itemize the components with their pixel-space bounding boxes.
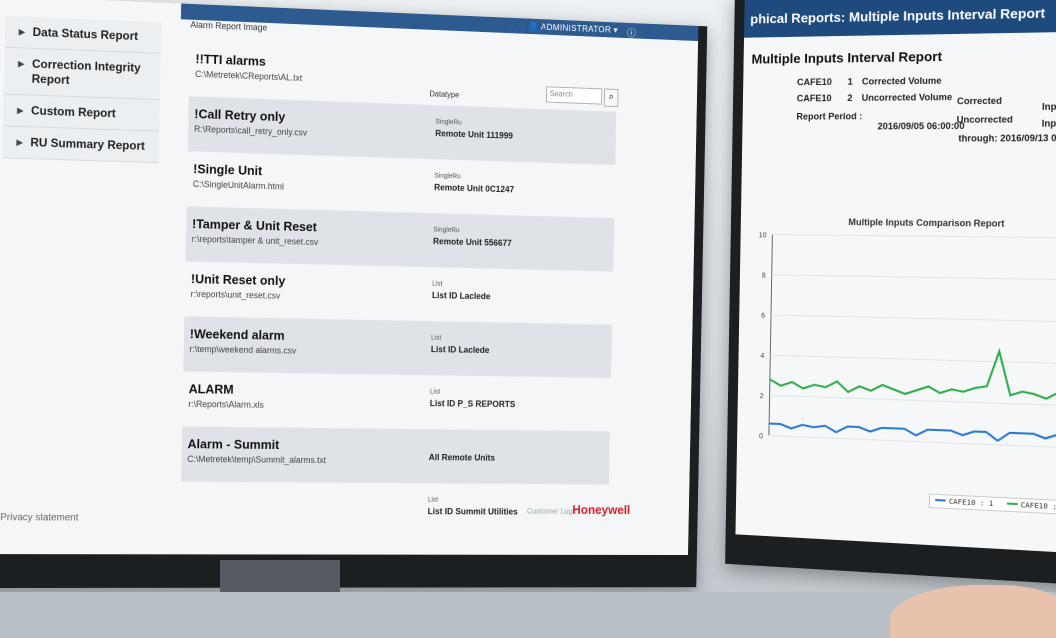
chevron-right-icon: ▶: [18, 59, 25, 69]
row-name: !Call Retry only: [194, 106, 286, 125]
grid-line: [772, 275, 1056, 280]
meta-through: through: 2016/09/13 06:00:00: [958, 132, 1056, 144]
grid-line: [772, 234, 1056, 237]
y-tick-label: 4: [760, 353, 764, 360]
sidebar-item-custom-report[interactable]: ▶ Custom Report: [3, 94, 160, 132]
comparison-chart: Multiple Inputs Comparison Report 0 2 4 6 8 10: [759, 217, 1056, 532]
row-path: r:\reports\unit_reset.csv: [190, 288, 281, 301]
sidebar-label: RU Summary Report: [30, 135, 145, 153]
report-title-bar: phical Reports: Multiple Inputs Interval…: [744, 0, 1056, 38]
right-monitor: phical Reports: Multiple Inputs Interval…: [725, 0, 1056, 587]
y-tick-label: 8: [762, 272, 766, 279]
meta-input1: Input 1 Serial: [1041, 101, 1056, 112]
y-tick-label: 10: [759, 232, 767, 239]
y-tick-label: 2: [760, 393, 764, 400]
row-name: !Single Unit: [193, 161, 263, 179]
legend-swatch-green: [1006, 502, 1018, 506]
sidebar-item-ru-summary[interactable]: ▶ RU Summary Report: [2, 126, 160, 164]
row-datatype: List: [429, 388, 441, 396]
meta-corrected: Corrected Volume: [861, 75, 942, 87]
table-row[interactable]: !Tamper & Unit Reset r:\reports\tamper &…: [185, 206, 615, 272]
row-name: !Unit Reset only: [190, 271, 286, 289]
privacy-link[interactable]: | Privacy statement: [0, 512, 78, 523]
sidebar-item-correction-integrity[interactable]: ▶ Correction Integrity Report: [3, 47, 161, 101]
row-datavalue: Remote Unit 111999: [435, 128, 514, 141]
row-datavalue: All Remote Units: [428, 452, 496, 463]
meta-uncorrected: Uncorrected Volume: [861, 91, 953, 103]
row-datavalue: List ID P_S REPORTS: [429, 398, 516, 410]
alarm-rows: !!TTI alarms C:\Metretek\CReports\AL.txt…: [180, 41, 617, 538]
row-datavalue: List ID Laclede: [430, 344, 490, 355]
row-datatype: SingleRu: [434, 172, 461, 181]
grid-line: [770, 395, 1056, 406]
meta-period-start: 2016/09/05 06:00:00: [877, 120, 965, 132]
legend-label: CAFE10 : 2: [1020, 501, 1056, 512]
grid-line: [770, 355, 1056, 364]
row-datatype: List: [432, 280, 443, 288]
left-monitor: 👤 ADMINISTRATOR ▾ ⓘ ▶ Data Status Report …: [0, 0, 708, 589]
row-path: C:\SingleUnitAlarm.html: [192, 178, 285, 192]
sidebar-label: Custom Report: [30, 103, 116, 121]
y-tick-label: 6: [761, 313, 765, 320]
meta-cafe2: CAFE10: [796, 93, 832, 104]
meta-input2: Input 2 Serial: [1041, 118, 1056, 129]
chevron-right-icon: ▶: [17, 105, 24, 116]
admin-label: ADMINISTRATOR: [540, 21, 612, 35]
meta-col-uncorrected: Uncorrected: [956, 114, 1013, 125]
chart-title: Multiple Inputs Comparison Report: [848, 217, 1004, 229]
table-row[interactable]: ALARM r:\Reports\Alarm.xls List List ID …: [182, 371, 611, 431]
row-datavalue: Remote Unit 0C1247: [434, 182, 515, 195]
customer-logo: Customer Logo: [526, 506, 577, 516]
info-icon[interactable]: ⓘ: [627, 25, 636, 40]
row-path: C:\Metretek\temp\Summit_alarms.txt: [187, 454, 327, 466]
chevron-right-icon: ▶: [18, 27, 26, 37]
row-datatype: SingleRu: [433, 226, 460, 235]
grid-line: [771, 315, 1056, 322]
y-axis: [769, 234, 772, 435]
row-path: r:\reports\tamper & unit_reset.csv: [191, 233, 319, 247]
photo-scene: 👤 ADMINISTRATOR ▾ ⓘ ▶ Data Status Report …: [0, 0, 1056, 638]
row-datavalue: List ID Summit Utilities: [427, 506, 518, 517]
row-name: !!TTI alarms: [195, 51, 266, 69]
meta-cafe1: CAFE10: [796, 76, 832, 88]
sidebar-label: Correction Integrity Report: [31, 56, 141, 87]
column-header-alarm-report: Alarm Report Image: [190, 19, 268, 33]
row-datatype: List: [427, 496, 439, 504]
legend-swatch-blue: [935, 499, 946, 502]
meta-col-corrected: Corrected: [956, 95, 1003, 107]
row-path: R:\Reports\call_retry_only.csv: [193, 123, 308, 138]
row-name: !Tamper & Unit Reset: [191, 216, 317, 235]
row-datatype: SingleRu: [435, 118, 462, 127]
row-path: C:\Metretek\CReports\AL.txt: [195, 68, 303, 83]
report-subtitle: Multiple Inputs Interval Report: [751, 48, 943, 67]
legend-label: CAFE10 : 1: [948, 497, 994, 509]
meta-n1: 1: [847, 76, 853, 87]
row-datavalue: Remote Unit 556677: [432, 236, 512, 248]
table-row[interactable]: !Weekend alarm r:\temp\weekend alarms.cs…: [183, 316, 613, 378]
chevron-right-icon: ▶: [16, 137, 23, 147]
series-line: [770, 345, 1056, 400]
row-datavalue: List ID Laclede: [431, 290, 491, 302]
row-name: !Weekend alarm: [189, 326, 285, 343]
grid-line: [769, 436, 1056, 449]
row-name: Alarm - Summit: [187, 436, 280, 452]
y-tick-label: 0: [759, 433, 763, 440]
table-row[interactable]: !Unit Reset only r:\reports\unit_reset.c…: [184, 261, 613, 324]
brand-logo: Honeywell: [572, 502, 631, 517]
sidebar-label: Data Status Report: [32, 24, 139, 44]
row-datatype: List: [431, 334, 442, 342]
row-path: r:\temp\weekend alarms.csv: [189, 344, 297, 356]
table-row[interactable]: Alarm - Summit C:\Metretek\temp\Summit_a…: [181, 426, 610, 485]
meta-period-label: Report Period :: [796, 111, 863, 122]
row-name: ALARM: [188, 381, 234, 397]
row-path: r:\Reports\Alarm.xls: [188, 399, 264, 410]
sidebar: ▶ Data Status Report ▶ Correction Integrit…: [2, 15, 162, 164]
meta-n2: 2: [847, 92, 853, 104]
add-new-link[interactable]: Add New: [509, 24, 546, 36]
